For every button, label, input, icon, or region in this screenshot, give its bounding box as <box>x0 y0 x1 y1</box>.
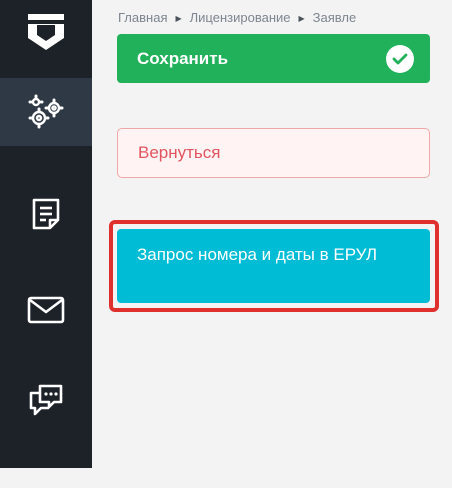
back-button-label: Вернуться <box>138 143 221 162</box>
breadcrumb: Главная ▶ Лицензирование ▶ Заявле <box>118 10 356 25</box>
settings-gears-icon <box>28 94 64 129</box>
save-button-label: Сохранить <box>137 48 229 68</box>
sidebar-item-chat[interactable] <box>0 366 92 434</box>
breadcrumb-home[interactable]: Главная <box>118 10 167 25</box>
sidebar-item-documents[interactable] <box>0 180 92 248</box>
breadcrumb-separator: ▶ <box>298 14 305 24</box>
document-icon <box>32 198 60 230</box>
breadcrumb-separator: ▶ <box>175 14 182 24</box>
shield-logo-icon <box>28 14 64 50</box>
main-content: Главная ▶ Лицензирование ▶ Заявле Сохранить … <box>92 0 452 468</box>
logo[interactable] <box>0 0 92 78</box>
back-button[interactable]: Вернуться <box>117 128 430 178</box>
save-button[interactable]: Сохранить <box>117 34 430 83</box>
check-circle-icon <box>386 45 414 73</box>
sidebar <box>0 0 92 468</box>
mail-icon <box>27 296 65 324</box>
request-erul-button[interactable]: Запрос номера и даты в ЕРУЛ <box>117 229 430 303</box>
sidebar-item-settings[interactable] <box>0 78 92 146</box>
breadcrumb-licensing[interactable]: Лицензирование <box>190 10 291 25</box>
request-erul-button-label: Запрос номера и даты в ЕРУЛ <box>137 245 378 264</box>
chat-icon <box>29 384 63 416</box>
sidebar-item-mail[interactable] <box>0 276 92 344</box>
breadcrumb-application[interactable]: Заявле <box>313 10 357 25</box>
bottom-strip <box>0 468 452 488</box>
